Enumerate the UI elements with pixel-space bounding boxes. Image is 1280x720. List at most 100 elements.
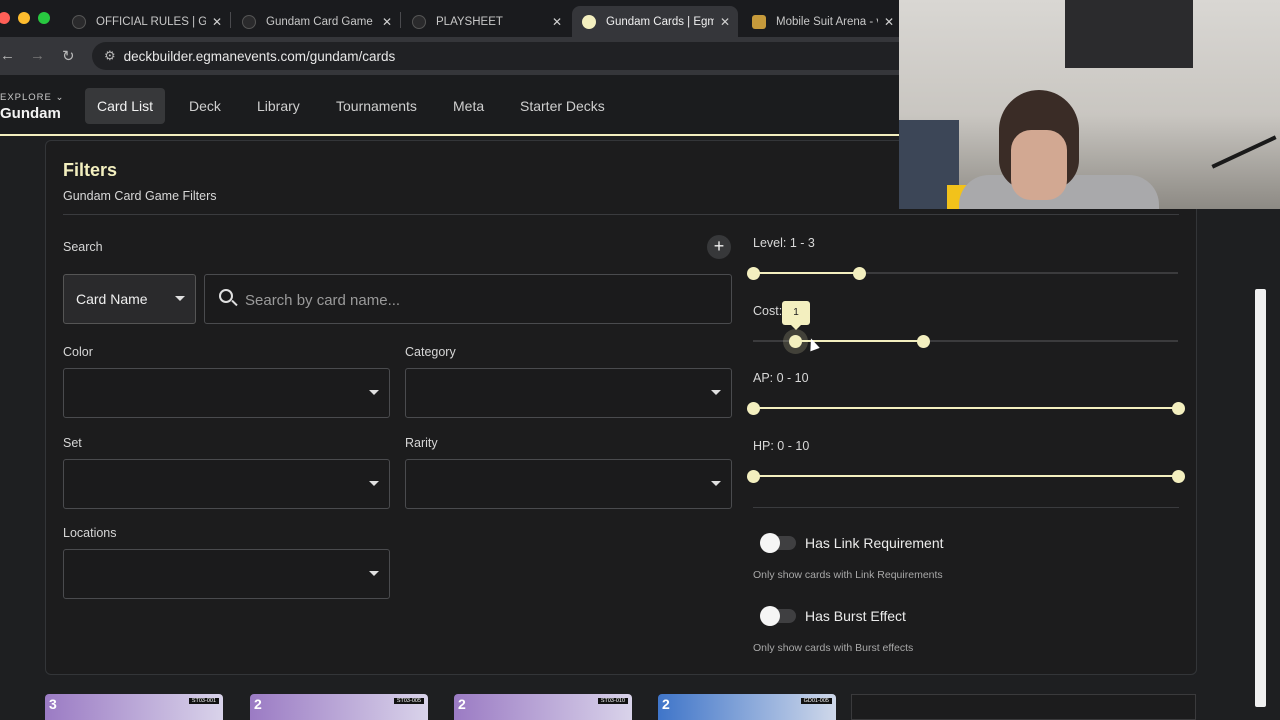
cost-slider-min-thumb[interactable] <box>789 335 802 348</box>
site-info-icon[interactable]: ⚙ <box>104 48 116 64</box>
card-thumbnail[interactable]: 2 GD01-005 <box>658 694 836 720</box>
burst-effect-help: Only show cards with Burst effects <box>753 642 914 654</box>
ap-slider-min-thumb[interactable] <box>746 402 760 415</box>
cost-slider-label: Cost: <box>753 304 783 318</box>
toggle-knob <box>760 533 780 553</box>
nav-library[interactable]: Library <box>245 95 312 131</box>
link-requirement-toggle[interactable] <box>760 533 796 553</box>
card-name-search-input[interactable] <box>245 287 715 313</box>
hp-slider-range <box>753 475 1178 477</box>
filters-divider <box>63 214 1179 215</box>
nav-deck[interactable]: Deck <box>177 95 233 131</box>
back-arrow-icon[interactable]: ← <box>0 47 15 64</box>
cost-value-tooltip: 1 <box>782 301 810 330</box>
egman-favicon-icon <box>582 14 596 29</box>
filters-subtitle: Gundam Card Game Filters <box>63 189 217 203</box>
page-scrollbar[interactable] <box>1255 289 1266 707</box>
close-tab-icon[interactable]: ✕ <box>212 15 222 29</box>
level-slider-max-thumb[interactable] <box>852 267 866 280</box>
explore-label: EXPLORE <box>0 92 52 103</box>
browser-tab-gundam-card-game[interactable]: Gundam Card Game ( ✕ <box>232 6 400 37</box>
locations-select[interactable] <box>63 549 390 599</box>
tab-title: OFFICIAL RULES | GU <box>96 15 206 28</box>
toggle-knob <box>760 606 780 626</box>
hp-slider-max-thumb[interactable] <box>1171 470 1185 483</box>
card-code: ST03-005 <box>393 698 424 704</box>
tab-title: Gundam Cards | Egm <box>606 15 714 28</box>
card-search-field[interactable] <box>204 274 732 324</box>
explore-dropdown[interactable]: EXPLORE ⌄ <box>0 92 65 103</box>
forward-arrow-icon[interactable]: → <box>30 47 45 64</box>
nav-tournaments[interactable]: Tournaments <box>324 95 429 131</box>
set-label: Set <box>63 436 82 450</box>
nav-meta[interactable]: Meta <box>441 95 496 131</box>
site-favicon-icon <box>412 14 426 29</box>
burst-effect-toggle[interactable] <box>760 606 796 626</box>
maximize-window-button[interactable] <box>38 12 50 24</box>
browser-tab-playsheet[interactable]: PLAYSHEET ✕ <box>402 6 570 37</box>
tab-title: Mobile Suit Arena - v <box>776 15 878 28</box>
card-code: GD01-005 <box>800 698 832 704</box>
close-tab-icon[interactable]: ✕ <box>382 15 392 29</box>
category-select[interactable] <box>405 368 732 418</box>
rarity-label: Rarity <box>405 436 438 450</box>
add-search-icon[interactable]: + <box>707 235 731 259</box>
cost-slider-max-thumb[interactable] <box>916 335 930 348</box>
dropdown-caret-icon <box>175 296 185 301</box>
switches-divider <box>753 507 1179 508</box>
nav-card-list[interactable]: Card List <box>85 88 166 124</box>
chevron-down-icon: ⌄ <box>55 92 65 103</box>
dropdown-caret-icon <box>711 390 721 395</box>
card-thumbnail[interactable]: 2 ST03-005 <box>250 694 428 720</box>
minimize-window-button[interactable] <box>18 12 30 24</box>
browser-tab-gundam-cards[interactable]: Gundam Cards | Egm ✕ <box>572 6 738 37</box>
tab-title: Gundam Card Game ( <box>266 15 376 28</box>
tab-separator <box>230 12 231 28</box>
search-type-select[interactable]: Card Name <box>63 274 196 324</box>
card-code: ST03-010 <box>597 698 628 704</box>
link-requirement-label: Has Link Requirement <box>805 535 944 551</box>
search-type-value: Card Name <box>76 291 148 307</box>
card-level: 3 <box>49 696 57 712</box>
dropdown-caret-icon <box>369 571 379 576</box>
close-window-button[interactable] <box>0 12 10 24</box>
ap-slider-max-thumb[interactable] <box>1171 402 1185 415</box>
arena-favicon-icon <box>752 14 766 29</box>
card-thumbnail[interactable]: 3 ST03-001 <box>45 694 223 720</box>
rarity-select[interactable] <box>405 459 732 509</box>
close-tab-icon[interactable]: ✕ <box>552 15 562 29</box>
close-tab-icon[interactable]: ✕ <box>720 15 730 29</box>
card-placeholder <box>851 694 1196 720</box>
browser-tab-mobile-suit-arena[interactable]: Mobile Suit Arena - v ✕ <box>742 6 902 37</box>
reload-icon[interactable]: ↻ <box>62 47 75 65</box>
filters-title: Filters <box>63 160 118 180</box>
close-tab-icon[interactable]: ✕ <box>884 15 894 29</box>
search-icon <box>219 289 233 303</box>
browser-tab-official-rules[interactable]: OFFICIAL RULES | GU ✕ <box>62 6 230 37</box>
nav-starter-decks[interactable]: Starter Decks <box>508 95 617 131</box>
link-requirement-help: Only show cards with Link Requirements <box>753 569 943 581</box>
category-label: Category <box>405 345 456 359</box>
hp-slider-min-thumb[interactable] <box>746 470 760 483</box>
card-level: 2 <box>458 696 466 712</box>
address-bar[interactable]: ⚙ deckbuilder.egmanevents.com/gundam/car… <box>92 42 912 70</box>
card-thumbnail[interactable]: 2 ST03-010 <box>454 694 632 720</box>
dropdown-caret-icon <box>369 481 379 486</box>
set-select[interactable] <box>63 459 390 509</box>
level-slider-range <box>753 272 860 274</box>
tab-separator <box>400 12 401 28</box>
ap-slider-label: AP: 0 - 10 <box>753 371 809 385</box>
color-select[interactable] <box>63 368 390 418</box>
color-label: Color <box>63 345 93 359</box>
locations-label: Locations <box>63 526 117 540</box>
url-text: deckbuilder.egmanevents.com/gundam/cards <box>123 48 396 64</box>
site-favicon-icon <box>72 14 86 29</box>
level-slider-min-thumb[interactable] <box>746 267 760 280</box>
microphone-arm <box>1211 135 1277 169</box>
search-label: Search <box>63 240 103 254</box>
card-level: 2 <box>662 696 670 712</box>
tab-title: PLAYSHEET <box>436 15 503 28</box>
wall-poster <box>1065 0 1193 68</box>
brand-title[interactable]: Gundam <box>0 105 61 122</box>
level-slider-label: Level: 1 - 3 <box>753 236 815 250</box>
